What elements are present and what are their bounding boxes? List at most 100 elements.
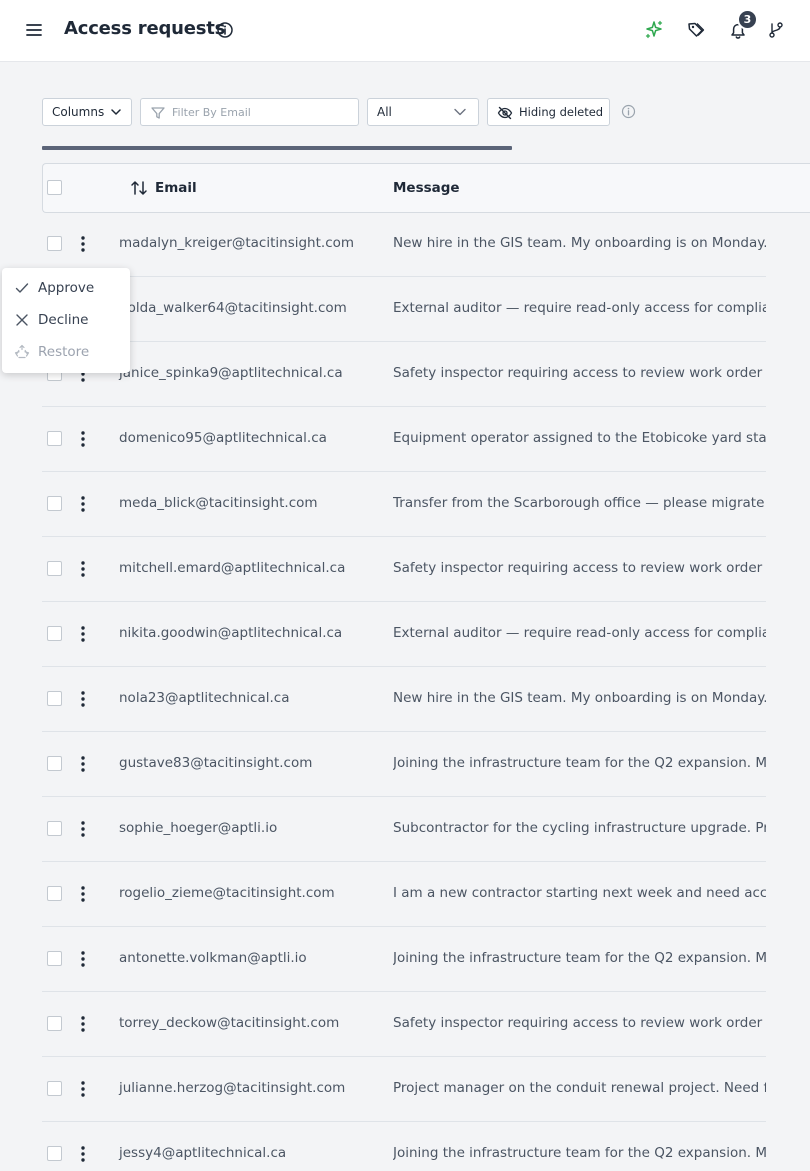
more-vertical-icon[interactable]: [78, 1145, 88, 1163]
row-message: Equipment operator assigned to the Etobi…: [393, 430, 766, 446]
row-message: Safety inspector requiring access to rev…: [393, 560, 766, 576]
row-email: rogelio_zieme@tacitinsight.com: [119, 885, 335, 901]
row-message: Project manager on the conduit renewal p…: [393, 1080, 766, 1096]
sparkle-icon[interactable]: [643, 19, 665, 41]
row-message: Joining the infrastructure team for the …: [393, 1145, 766, 1161]
row-email: nola23@aptlitechnical.ca: [119, 690, 290, 706]
row-email: julianne.herzog@tacitinsight.com: [119, 1080, 346, 1096]
restore-label: Restore: [38, 344, 90, 360]
row-email: golda_walker64@tacitinsight.com: [119, 300, 347, 316]
restore-menu-item: Restore: [2, 336, 130, 368]
table-row[interactable]: sophie_hoeger@aptli.io Subcontractor for …: [42, 797, 766, 862]
row-checkbox[interactable]: [47, 1081, 62, 1096]
hiding-deleted-label: Hiding deleted: [519, 105, 604, 119]
table-row[interactable]: meda_blick@tacitinsight.com Transfer from…: [42, 472, 766, 537]
info-icon[interactable]: [621, 104, 636, 119]
decline-menu-item[interactable]: Decline: [2, 304, 130, 336]
more-vertical-icon[interactable]: [78, 755, 88, 773]
close-icon: [16, 314, 28, 326]
row-message: Safety inspector requiring access to rev…: [393, 365, 766, 381]
loading-progress-bar: [42, 146, 512, 150]
row-message: Joining the infrastructure team for the …: [393, 755, 766, 771]
table-row[interactable]: julianne.herzog@tacitinsight.com Project …: [42, 1057, 766, 1122]
row-message: External auditor — require read-only acc…: [393, 625, 766, 641]
row-email: meda_blick@tacitinsight.com: [119, 495, 318, 511]
more-vertical-icon[interactable]: [78, 820, 88, 838]
columns-button-label: Columns: [52, 105, 105, 119]
row-checkbox[interactable]: [47, 756, 62, 771]
row-context-menu: Approve Decline Restore: [2, 268, 130, 373]
more-vertical-icon[interactable]: [78, 1015, 88, 1033]
table-row[interactable]: mitchell.emard@aptlitechnical.ca Safety i…: [42, 537, 766, 602]
more-vertical-icon[interactable]: [78, 235, 88, 253]
table-row[interactable]: madalyn_kreiger@tacitinsight.com New hire…: [42, 212, 766, 277]
select-all-checkbox[interactable]: [47, 180, 62, 195]
table-row[interactable]: nikita.goodwin@aptlitechnical.ca External…: [42, 602, 766, 667]
column-header-message[interactable]: Message: [393, 180, 460, 196]
table-row[interactable]: jessy4@aptlitechnical.ca Joining the infr…: [42, 1122, 766, 1171]
row-email: gustave83@tacitinsight.com: [119, 755, 313, 771]
approve-label: Approve: [38, 280, 95, 296]
table-row[interactable]: torrey_deckow@tacitinsight.com Safety ins…: [42, 992, 766, 1057]
table-row[interactable]: gustave83@tacitinsight.com Joining the in…: [42, 732, 766, 797]
more-vertical-icon[interactable]: [78, 560, 88, 578]
row-message: Joining the infrastructure team for the …: [393, 950, 766, 966]
row-email: jessy4@aptlitechnical.ca: [119, 1145, 287, 1161]
check-icon: [15, 283, 29, 293]
more-vertical-icon[interactable]: [78, 625, 88, 643]
more-vertical-icon[interactable]: [78, 1080, 88, 1098]
row-message: I am a new contractor starting next week…: [393, 885, 766, 901]
filter-icon: [151, 107, 165, 119]
more-vertical-icon[interactable]: [78, 495, 88, 513]
more-vertical-icon[interactable]: [78, 430, 88, 448]
more-vertical-icon[interactable]: [78, 950, 88, 968]
table-row[interactable]: rogelio_zieme@tacitinsight.com I am a new…: [42, 862, 766, 927]
row-checkbox[interactable]: [47, 431, 62, 446]
row-message: Subcontractor for the cycling infrastruc…: [393, 820, 766, 836]
row-checkbox[interactable]: [47, 886, 62, 901]
column-header-email[interactable]: Email: [155, 180, 197, 196]
row-checkbox[interactable]: [47, 1146, 62, 1161]
filter-email-field[interactable]: [140, 98, 359, 126]
table-row[interactable]: janice_spinka9@aptlitechnical.ca Safety i…: [42, 342, 766, 407]
row-checkbox[interactable]: [47, 236, 62, 251]
row-checkbox[interactable]: [47, 821, 62, 836]
row-email: madalyn_kreiger@tacitinsight.com: [119, 235, 355, 251]
row-email: janice_spinka9@aptlitechnical.ca: [119, 365, 343, 381]
columns-button[interactable]: Columns: [42, 98, 132, 126]
status-select[interactable]: All: [367, 98, 479, 126]
row-checkbox[interactable]: [47, 561, 62, 576]
row-checkbox[interactable]: [47, 496, 62, 511]
menu-icon[interactable]: [25, 21, 43, 39]
row-email: antonette.volkman@aptli.io: [119, 950, 307, 966]
info-icon[interactable]: [216, 21, 234, 39]
row-message: New hire in the GIS team. My onboarding …: [393, 235, 766, 251]
tags-icon[interactable]: [685, 19, 707, 41]
row-checkbox[interactable]: [47, 626, 62, 641]
eye-off-icon: [497, 106, 513, 120]
row-email: nikita.goodwin@aptlitechnical.ca: [119, 625, 343, 641]
top-bar: Access requests 3: [0, 0, 810, 62]
approve-menu-item[interactable]: Approve: [2, 272, 130, 304]
table-row[interactable]: nola23@aptlitechnical.ca New hire in the …: [42, 667, 766, 732]
row-message: Transfer from the Scarborough office — p…: [393, 495, 766, 511]
table-row[interactable]: domenico95@aptlitechnical.ca Equipment op…: [42, 407, 766, 472]
filter-email-input[interactable]: [172, 103, 352, 121]
row-message: External auditor — require read-only acc…: [393, 300, 766, 316]
table-row[interactable]: antonette.volkman@aptli.io Joining the in…: [42, 927, 766, 992]
sort-icon[interactable]: [130, 179, 148, 197]
row-email: mitchell.emard@aptlitechnical.ca: [119, 560, 346, 576]
row-checkbox[interactable]: [47, 1016, 62, 1031]
chevron-down-icon: [111, 109, 121, 115]
more-vertical-icon[interactable]: [78, 690, 88, 708]
decline-label: Decline: [38, 312, 89, 328]
row-checkbox[interactable]: [47, 951, 62, 966]
more-vertical-icon[interactable]: [78, 885, 88, 903]
hiding-deleted-toggle[interactable]: Hiding deleted: [487, 98, 610, 126]
row-email: domenico95@aptlitechnical.ca: [119, 430, 327, 446]
row-checkbox[interactable]: [47, 691, 62, 706]
table-row[interactable]: golda_walker64@tacitinsight.com External …: [42, 277, 766, 342]
page-title: Access requests: [64, 18, 226, 39]
git-branch-icon[interactable]: [765, 19, 787, 41]
chevron-down-icon: [454, 108, 466, 116]
